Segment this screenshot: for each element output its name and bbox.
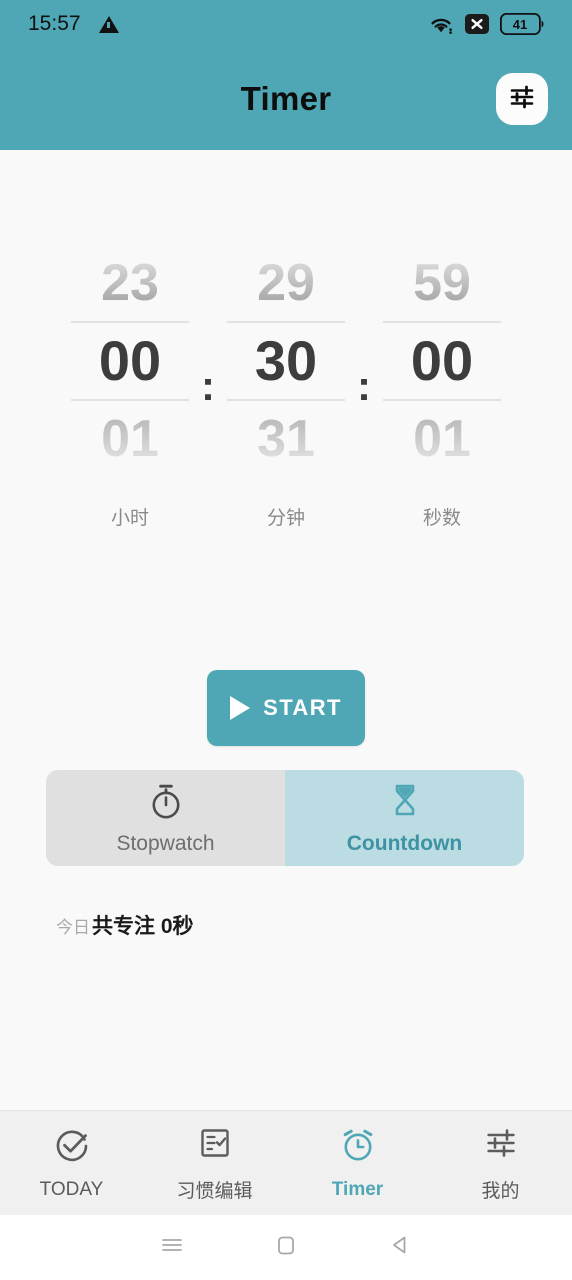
status-bar-left: 15:57 [28, 12, 119, 36]
focus-summary: 今日 共专注 0秒 [56, 910, 194, 940]
nav-item-mine[interactable]: 我的 [429, 1124, 572, 1203]
system-recents-button[interactable] [114, 1232, 228, 1263]
bottom-navigation: TODAY 习惯编辑 Timer 我的 [0, 1110, 572, 1215]
nav-item-today[interactable]: TODAY [0, 1125, 143, 1201]
start-button[interactable]: START [207, 670, 365, 746]
picker-column-minutes[interactable]: 29 30 31 分钟 [225, 245, 347, 530]
start-button-label: START [263, 695, 342, 720]
picker-next-value[interactable]: 01 [69, 401, 191, 477]
alarm-clock-icon [338, 1125, 378, 1170]
tab-stopwatch[interactable]: Stopwatch [46, 770, 285, 866]
timer-app-screen: 15:57 41 Timer 23 00 01 小时: 29 30 31 分钟… [0, 0, 572, 1280]
tab-countdown-label: Countdown [346, 831, 463, 855]
nav-item-today-label: TODAY [39, 1179, 104, 1200]
check-circle-icon [52, 1125, 92, 1170]
picker-next-value[interactable]: 01 [381, 401, 503, 477]
picker-selected-value[interactable]: 30 [225, 323, 347, 399]
mode-tab-group: Stopwatch Countdown [46, 770, 524, 866]
tab-countdown[interactable]: Countdown [285, 770, 524, 866]
wifi-icon [428, 14, 454, 34]
page-title: Timer [240, 80, 332, 117]
picker-colon-1: : [201, 362, 215, 409]
picker-label-seconds: 秒数 [422, 508, 461, 529]
system-back-button[interactable] [343, 1232, 457, 1263]
tab-stopwatch-label: Stopwatch [116, 831, 215, 855]
nav-item-habits[interactable]: 习惯编辑 [143, 1124, 286, 1203]
battery-icon: 41 [500, 13, 544, 35]
picker-colon-2: : [357, 362, 371, 409]
app-bar: Timer [0, 48, 572, 150]
stopwatch-icon [147, 781, 185, 826]
picker-selected-value[interactable]: 00 [69, 323, 191, 399]
picker-label-minutes: 分钟 [266, 508, 305, 529]
picker-prev-value[interactable]: 59 [381, 245, 503, 321]
nav-item-timer[interactable]: Timer [286, 1125, 429, 1201]
duration-picker: 23 00 01 小时 : 29 30 31 分钟 : 59 00 01 秒数 [0, 245, 572, 530]
no-sim-x-icon [465, 13, 489, 35]
play-icon [230, 696, 251, 720]
home-square-icon [273, 1232, 299, 1263]
picker-prev-value[interactable]: 29 [225, 245, 347, 321]
focus-summary-prefix: 今日 [56, 918, 90, 937]
battery-level-text: 41 [512, 16, 528, 32]
picker-selected-value[interactable]: 00 [381, 323, 503, 399]
main-content: 23 00 01 小时 : 29 30 31 分钟 : 59 00 01 秒数 … [0, 150, 572, 1110]
picker-label-hours: 小时 [110, 508, 149, 529]
picker-prev-value[interactable]: 23 [69, 245, 191, 321]
status-bar: 15:57 41 [0, 0, 572, 48]
system-navigation-bar [0, 1215, 572, 1280]
status-bar-right: 41 [428, 13, 544, 35]
checklist-icon [196, 1124, 234, 1167]
nav-item-timer-label: Timer [331, 1179, 384, 1200]
nav-item-mine-label: 我的 [481, 1180, 520, 1202]
picker-next-value[interactable]: 31 [225, 401, 347, 477]
back-triangle-icon [387, 1232, 413, 1263]
hourglass-icon [390, 781, 420, 826]
settings-button[interactable] [496, 73, 548, 125]
tune-sliders-icon [482, 1124, 520, 1167]
tune-sliders-icon [507, 82, 537, 117]
nav-item-habits-label: 习惯编辑 [176, 1180, 253, 1202]
system-home-button[interactable] [229, 1232, 343, 1263]
picker-column-seconds[interactable]: 59 00 01 秒数 [381, 245, 503, 530]
warning-triangle-icon [98, 15, 119, 33]
start-button-row: START [0, 670, 572, 746]
status-bar-clock: 15:57 [28, 12, 81, 35]
app-header: 15:57 41 Timer [0, 0, 572, 150]
picker-column-hours[interactable]: 23 00 01 小时 [69, 245, 191, 530]
menu-lines-icon [159, 1232, 185, 1263]
focus-summary-text: 共专注 0秒 [92, 915, 194, 938]
